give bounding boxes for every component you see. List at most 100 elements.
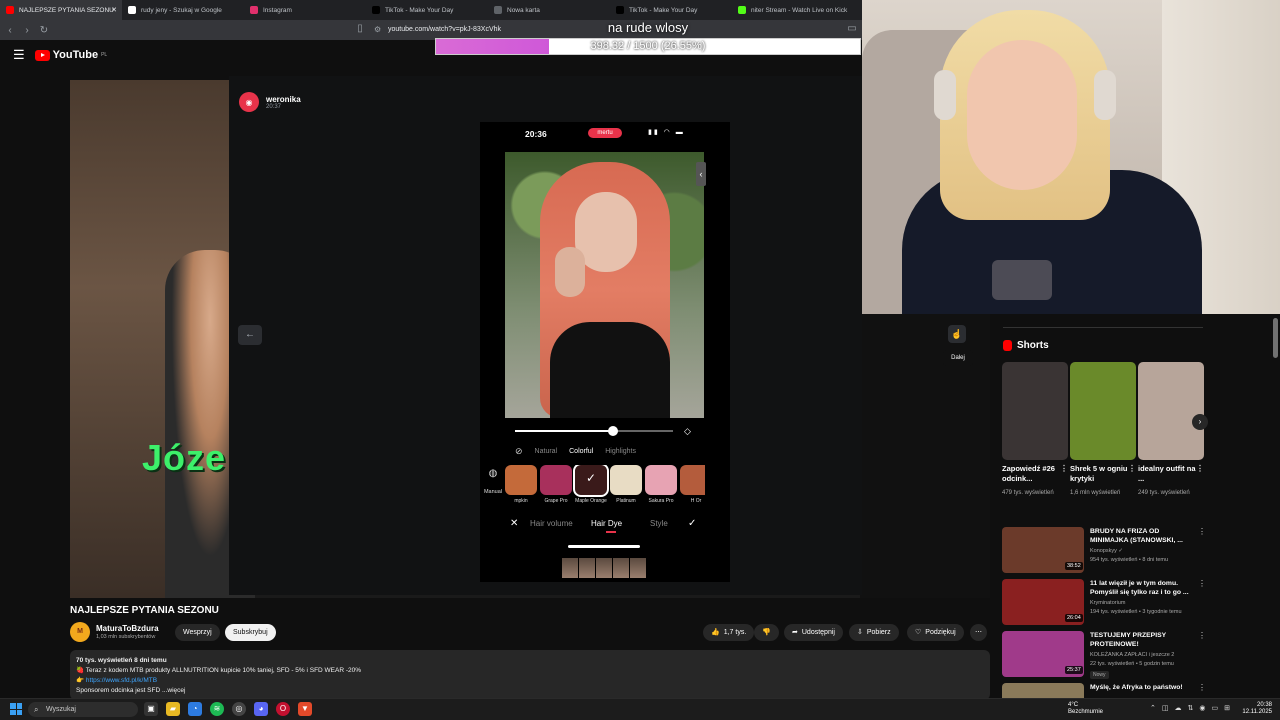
next-image-button[interactable]: ☝ <box>948 325 966 343</box>
video-views: 194 tys. wyświetleń • 3 tygodnie temu <box>1090 609 1182 615</box>
tab-favicon-icon <box>6 6 14 14</box>
webcam-feed <box>862 0 1280 314</box>
taskbar-search[interactable]: ⌕ Wyszukaj <box>28 702 138 717</box>
menu-icon[interactable]: ☰ <box>13 47 25 63</box>
recommended-video[interactable]: 25:37 TESTUJEMY PRZEPISY PROTEINOWE! KOLEŻ… <box>1002 631 1207 683</box>
swatch-chip <box>610 465 642 495</box>
forward-icon[interactable]: › <box>20 25 34 36</box>
video-views: 954 tys. wyświetleń • 8 dni temu <box>1090 557 1169 563</box>
download-icon: ⇩ <box>857 629 863 636</box>
short-thumbnail[interactable] <box>1070 362 1136 460</box>
opera-icon[interactable]: O <box>276 702 290 716</box>
video-duration: 26:04 <box>1065 614 1083 622</box>
back-icon[interactable]: ‹ <box>3 25 17 36</box>
video-menu-icon[interactable]: ⋮ <box>1198 579 1206 588</box>
video-menu-icon[interactable]: ⋮ <box>1198 631 1206 640</box>
browser-tab[interactable]: TikTok - Make Your Day <box>610 0 732 20</box>
video-title[interactable]: 11 lat więził je w tym domu. Pomyślił si… <box>1090 579 1194 597</box>
description-line: Sponsorem odcinka jest SFD ...więcej <box>76 687 186 694</box>
description-stats: 70 tys. wyświetleń 8 dni temu <box>76 657 167 664</box>
hair-color-swatch: H Or <box>680 465 705 504</box>
subscribe-button[interactable]: Subskrybuj <box>225 624 276 641</box>
like-button[interactable]: 👍 1,7 tys. <box>703 624 755 641</box>
video-duration: 38:52 <box>1065 562 1083 570</box>
tab-favicon-icon <box>616 6 624 14</box>
browser-tab[interactable]: rudy jeny - Szukaj w Google <box>122 0 244 20</box>
browser-tab[interactable]: Instagram <box>244 0 366 20</box>
short-card[interactable]: Shrek 5 w ogniu krytyki ⋮ 1,6 mln wyświetl… <box>1070 362 1136 498</box>
color-mode-highlights: Highlights <box>605 448 636 455</box>
shorts-next-button[interactable]: › <box>1192 414 1208 430</box>
previous-image-button[interactable]: ← <box>238 325 262 345</box>
short-card[interactable]: idealny outfit na ... ⋮ 249 tys. wyświetle… <box>1138 362 1204 498</box>
short-thumbnail[interactable] <box>1002 362 1068 460</box>
short-views: 479 tys. wyświetleń <box>1002 490 1054 496</box>
description-link-line: 👉 https://www.sfd.pl/k/MTB <box>76 677 158 684</box>
short-title[interactable]: idealny outfit na ... <box>1138 464 1196 483</box>
short-menu-icon[interactable]: ⋮ <box>1128 464 1136 474</box>
browser-tab[interactable]: NAJLEPSZE PYTANIA SEZONU ✕ <box>0 0 122 20</box>
chrome-icon[interactable]: ◎ <box>232 702 246 716</box>
color-mode-colorful: Colorful <box>569 448 594 455</box>
reload-icon[interactable]: ↻ <box>37 25 51 36</box>
short-title[interactable]: Zapowiedź #26 odcink... <box>1002 464 1055 483</box>
download-button[interactable]: ⇩ Pobierz <box>849 624 899 641</box>
thumbnail[interactable] <box>613 558 629 578</box>
browser-tab[interactable]: Nowa karta <box>488 0 610 20</box>
thanks-button[interactable]: ♡ Podziękuj <box>907 624 964 641</box>
manual-option: ◍ Manual <box>482 468 504 495</box>
channel-name[interactable]: MaturaToBzdura <box>96 624 159 633</box>
thumbnail[interactable] <box>579 558 595 578</box>
editor-bottom-tabs: ✕ Hair volume Hair Dye Style ✓ <box>508 518 708 533</box>
video-title[interactable]: BRUDY NA FRIZA OD MINIMAJKA (STANOWSKI, … <box>1090 527 1194 545</box>
brave-icon[interactable]: ▼ <box>298 702 312 716</box>
recommended-video[interactable]: 26:04 11 lat więził je w tym domu. Pomyśl… <box>1002 579 1207 631</box>
dislike-button[interactable]: 👎 <box>754 624 779 641</box>
home-indicator <box>568 545 640 548</box>
close-tab-icon[interactable]: ✕ <box>111 6 117 14</box>
thumbnail[interactable] <box>630 558 646 578</box>
short-menu-icon[interactable]: ⋮ <box>1060 464 1068 474</box>
phone-time: 20:36 <box>525 129 547 139</box>
thumbnail[interactable] <box>562 558 578 578</box>
bookmark-icon[interactable]: ▯ <box>353 23 367 34</box>
channel-avatar[interactable]: M <box>70 622 90 642</box>
page-scrollbar[interactable] <box>1273 318 1278 358</box>
task-view-icon[interactable]: ▣ <box>144 702 158 716</box>
browser-tab[interactable]: TikTok - Make Your Day <box>366 0 488 20</box>
video-menu-icon[interactable]: ⋮ <box>1198 527 1206 536</box>
weather-widget[interactable]: 4°C Bezchmurnie <box>1068 702 1103 716</box>
site-info-icon[interactable]: ⚙ <box>374 23 381 37</box>
short-title[interactable]: Shrek 5 w ogniu krytyki <box>1070 464 1128 483</box>
join-button[interactable]: Wesprzyj <box>175 624 220 641</box>
image-thumbnails[interactable] <box>562 558 646 578</box>
taskbar-search-text: Wyszukaj <box>46 706 76 713</box>
system-tray-icons[interactable]: ⌃◫☁⇅◉▭⊞ <box>1150 704 1236 712</box>
short-card[interactable]: Zapowiedź #26 odcink... ⋮ 479 tys. wyświet… <box>1002 362 1068 498</box>
recommended-video[interactable]: 38:52 BRUDY NA FRIZA OD MINIMAJKA (STANOW… <box>1002 527 1207 579</box>
short-thumbnail[interactable] <box>1138 362 1204 460</box>
video-title[interactable]: TESTUJEMY PRZEPISY PROTEINOWE! <box>1090 631 1194 649</box>
start-button[interactable] <box>10 703 22 715</box>
thumbnail[interactable] <box>596 558 612 578</box>
taskbar-clock[interactable]: 20:38 12.11.2025 <box>1238 702 1272 716</box>
short-views: 1,6 mln wyświetleń <box>1070 490 1121 496</box>
video-menu-icon[interactable]: ⋮ <box>1198 683 1206 692</box>
tab-label: Instagram <box>263 6 292 14</box>
progress-text: 398.32 / 1500 (26.55%) <box>590 40 706 52</box>
shorts-heading: Shorts <box>1003 340 1049 351</box>
description-link[interactable]: https://www.sfd.pl/k/MTB <box>86 677 157 684</box>
video-title[interactable]: Myślę, że Afryka to państwo! <box>1090 683 1194 692</box>
share-button[interactable]: ➦ Udostępnij <box>784 624 843 641</box>
edge-icon[interactable]: ◔ <box>188 702 202 716</box>
video-description[interactable]: 70 tys. wyświetleń 8 dni temu 🍓 Teraz z … <box>70 650 990 700</box>
browser-tab[interactable]: niter Stream - Watch Live on Kick <box>732 0 854 20</box>
file-explorer-icon[interactable]: ▰ <box>166 702 180 716</box>
youtube-logo[interactable]: YouTube PL <box>34 49 107 61</box>
spotify-icon[interactable]: ≋ <box>210 702 224 716</box>
discord-icon[interactable]: ◕ <box>254 702 268 716</box>
more-actions-button[interactable]: ⋯ <box>970 624 987 641</box>
swatch-label: mpkin <box>514 498 528 504</box>
short-menu-icon[interactable]: ⋮ <box>1196 464 1204 474</box>
close-icon: ✕ <box>510 518 519 529</box>
